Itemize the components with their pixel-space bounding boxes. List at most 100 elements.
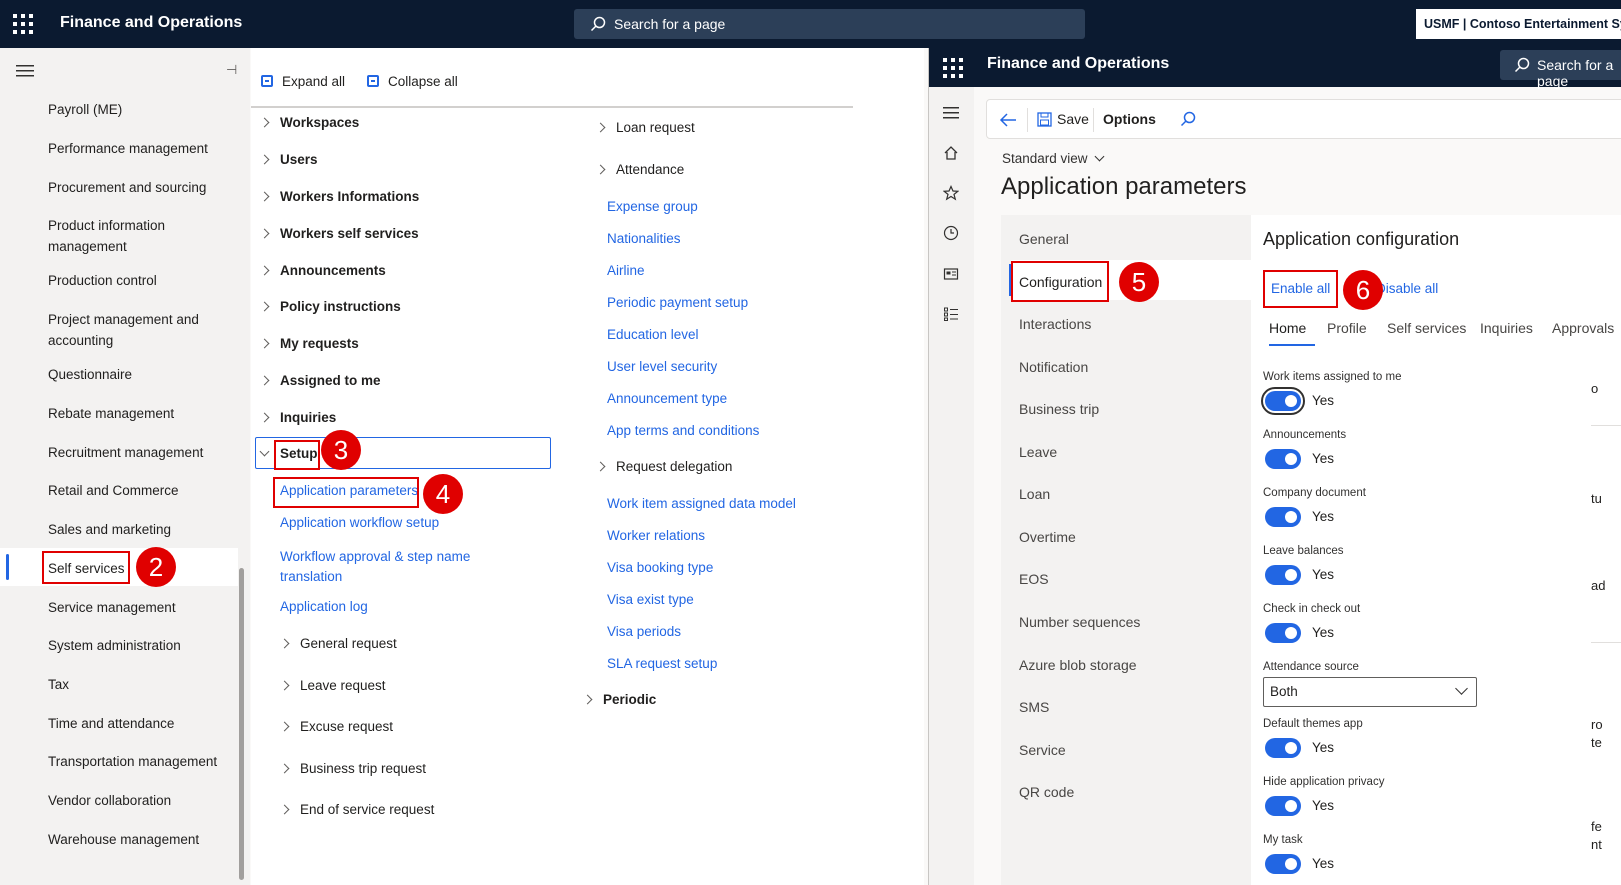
group-workers-informations[interactable]: Workers Informations — [259, 189, 419, 204]
group-workers-self-services[interactable]: Workers self services — [259, 226, 419, 241]
nav-item-questionnaire[interactable]: Questionnaire — [48, 364, 238, 385]
link-periodic-payment-setup[interactable]: Periodic payment setup — [607, 295, 748, 310]
nav-item-system-administration[interactable]: System administration — [48, 635, 238, 656]
link-airline[interactable]: Airline — [607, 263, 645, 278]
tab-service[interactable]: Service — [1019, 742, 1066, 758]
nav-item-performance-management[interactable]: Performance management — [48, 138, 238, 159]
toggle-leave-balances[interactable] — [1265, 565, 1301, 585]
link-application-log[interactable]: Application log — [280, 599, 368, 614]
nav-item-production-control[interactable]: Production control — [48, 270, 238, 291]
back-arrow-icon[interactable] — [999, 112, 1017, 128]
subtab-self-services[interactable]: Self services — [1387, 320, 1466, 336]
tab-leave[interactable]: Leave — [1019, 444, 1057, 460]
hamburger-menu-icon[interactable] — [943, 107, 959, 119]
nav-item-procurement[interactable]: Procurement and sourcing — [48, 177, 238, 198]
tab-azure-blob-storage[interactable]: Azure blob storage — [1019, 657, 1137, 673]
home-icon[interactable] — [943, 145, 959, 161]
link-visa-exist-type[interactable]: Visa exist type — [607, 592, 694, 607]
toggle-default-themes-app[interactable] — [1265, 738, 1301, 758]
subgroup-excuse-request[interactable]: Excuse request — [279, 719, 393, 734]
subgroup-business-trip-request[interactable]: Business trip request — [279, 761, 426, 776]
subtab-approvals[interactable]: Approvals — [1552, 320, 1614, 336]
workspaces-icon[interactable] — [943, 266, 959, 282]
link-announcement-type[interactable]: Announcement type — [607, 391, 727, 406]
collapse-all-button[interactable]: Collapse all — [367, 74, 458, 89]
app-launcher-icon[interactable] — [943, 58, 963, 78]
subgroup-request-delegation[interactable]: Request delegation — [595, 459, 732, 474]
favorites-star-icon[interactable] — [943, 185, 959, 201]
modules-list-icon[interactable] — [943, 306, 959, 322]
recent-clock-icon[interactable] — [943, 225, 959, 241]
link-app-terms-conditions[interactable]: App terms and conditions — [607, 423, 759, 438]
link-expense-group[interactable]: Expense group — [607, 199, 698, 214]
group-inquiries[interactable]: Inquiries — [259, 410, 336, 425]
nav-item-tax[interactable]: Tax — [48, 674, 238, 695]
app-launcher-icon[interactable] — [13, 14, 33, 34]
group-announcements[interactable]: Announcements — [259, 263, 386, 278]
group-users[interactable]: Users — [259, 152, 318, 167]
link-user-level-security[interactable]: User level security — [607, 359, 717, 374]
group-policy-instructions[interactable]: Policy instructions — [259, 299, 401, 314]
group-my-requests[interactable]: My requests — [259, 336, 359, 351]
group-periodic[interactable]: Periodic — [582, 692, 656, 707]
hamburger-menu-icon[interactable] — [16, 64, 34, 78]
search-input[interactable]: Search for a page — [1500, 50, 1621, 89]
subgroup-attendance[interactable]: Attendance — [595, 162, 684, 177]
pin-icon[interactable]: ⊣ — [226, 62, 237, 78]
nav-item-time-attendance[interactable]: Time and attendance — [48, 713, 238, 734]
search-input[interactable]: Search for a page — [574, 9, 1085, 39]
toggle-announcements[interactable] — [1265, 449, 1301, 469]
save-button[interactable]: Save — [1057, 111, 1089, 127]
link-nationalities[interactable]: Nationalities — [607, 231, 681, 246]
link-sla-request-setup[interactable]: SLA request setup — [607, 656, 717, 671]
subgroup-loan-request[interactable]: Loan request — [595, 120, 695, 135]
tab-sms[interactable]: SMS — [1019, 699, 1049, 715]
nav-item-transportation-management[interactable]: Transportation management — [48, 751, 238, 772]
subtab-inquiries[interactable]: Inquiries — [1480, 320, 1533, 336]
subtab-home[interactable]: Home — [1269, 320, 1306, 336]
link-visa-periods[interactable]: Visa periods — [607, 624, 681, 639]
view-selector[interactable]: Standard view — [1002, 151, 1105, 166]
tab-notification[interactable]: Notification — [1019, 359, 1088, 375]
nav-item-project-management[interactable]: Project management and accounting — [48, 309, 238, 351]
tab-loan[interactable]: Loan — [1019, 486, 1050, 502]
toggle-hide-application-privacy[interactable] — [1265, 796, 1301, 816]
link-application-workflow-setup[interactable]: Application workflow setup — [280, 515, 439, 530]
nav-scrollbar[interactable] — [239, 568, 244, 880]
link-education-level[interactable]: Education level — [607, 327, 699, 342]
nav-item-service-management[interactable]: Service management — [48, 597, 238, 618]
nav-item-warehouse-management[interactable]: Warehouse management — [48, 829, 238, 850]
tab-overtime[interactable]: Overtime — [1019, 529, 1076, 545]
group-workspaces[interactable]: Workspaces — [259, 115, 359, 130]
nav-item-sales-marketing[interactable]: Sales and marketing — [48, 519, 238, 540]
nav-item-retail-commerce[interactable]: Retail and Commerce — [48, 480, 238, 501]
nav-item-product-information[interactable]: Product information management — [48, 215, 238, 257]
tab-general[interactable]: General — [1019, 231, 1069, 247]
toggle-company-document[interactable] — [1265, 507, 1301, 527]
tab-business-trip[interactable]: Business trip — [1019, 401, 1099, 417]
tab-interactions[interactable]: Interactions — [1019, 316, 1091, 332]
link-visa-booking-type[interactable]: Visa booking type — [607, 560, 713, 575]
link-work-item-assigned-data-model[interactable]: Work item assigned data model — [607, 496, 796, 511]
search-icon[interactable] — [1180, 111, 1196, 127]
toggle-work-items[interactable] — [1261, 387, 1305, 415]
nav-item-rebate-management[interactable]: Rebate management — [48, 403, 238, 424]
link-workflow-approval-translation[interactable]: Workflow approval & step name translatio… — [280, 547, 510, 587]
tab-number-sequences[interactable]: Number sequences — [1019, 614, 1140, 630]
attendance-source-select[interactable]: Both — [1263, 677, 1477, 707]
options-tab[interactable]: Options — [1103, 111, 1156, 127]
expand-all-button[interactable]: Expand all — [261, 74, 345, 89]
group-assigned-to-me[interactable]: Assigned to me — [259, 373, 381, 388]
subtab-profile[interactable]: Profile — [1327, 320, 1367, 336]
link-worker-relations[interactable]: Worker relations — [607, 528, 705, 543]
tab-qr-code[interactable]: QR code — [1019, 784, 1074, 800]
subgroup-leave-request[interactable]: Leave request — [279, 678, 386, 693]
nav-item-vendor-collaboration[interactable]: Vendor collaboration — [48, 790, 238, 811]
tab-eos[interactable]: EOS — [1019, 571, 1049, 587]
nav-item-payroll[interactable]: Payroll (ME) — [48, 99, 238, 120]
disable-all-button[interactable]: Disable all — [1376, 281, 1438, 296]
toggle-my-task[interactable] — [1265, 854, 1301, 874]
nav-item-recruitment-management[interactable]: Recruitment management — [48, 442, 238, 463]
subgroup-end-of-service-request[interactable]: End of service request — [279, 802, 434, 817]
toggle-check-in-check-out[interactable] — [1265, 623, 1301, 643]
